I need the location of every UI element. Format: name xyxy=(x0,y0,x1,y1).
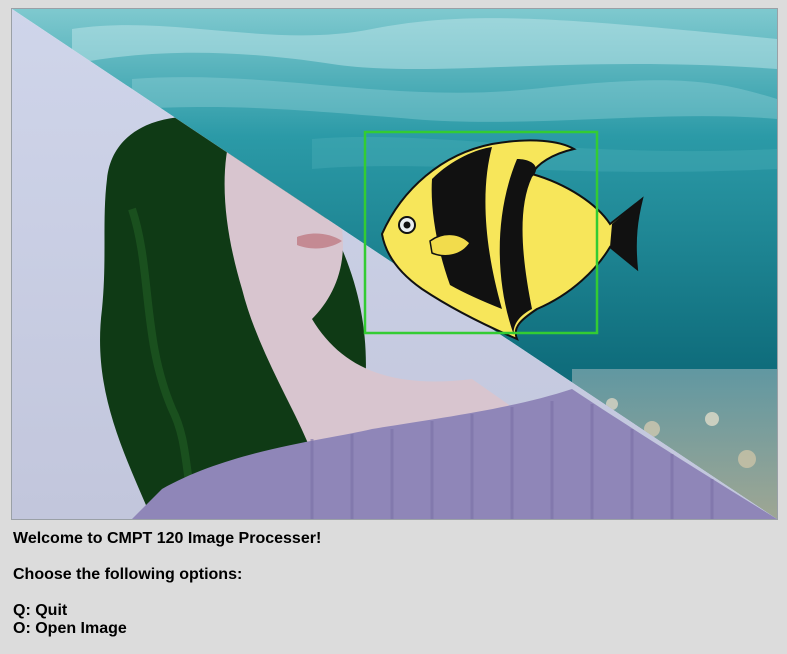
options-heading: Choose the following options: xyxy=(13,566,243,583)
composite-image xyxy=(12,9,777,519)
app-window: Welcome to CMPT 120 Image Processer! Cho… xyxy=(0,0,787,654)
option-open-image: O: Open Image xyxy=(13,620,127,637)
console-text: Welcome to CMPT 120 Image Processer! Cho… xyxy=(13,530,773,638)
image-canvas xyxy=(11,8,778,520)
option-quit: Q: Quit xyxy=(13,602,68,619)
welcome-message: Welcome to CMPT 120 Image Processer! xyxy=(13,530,322,547)
